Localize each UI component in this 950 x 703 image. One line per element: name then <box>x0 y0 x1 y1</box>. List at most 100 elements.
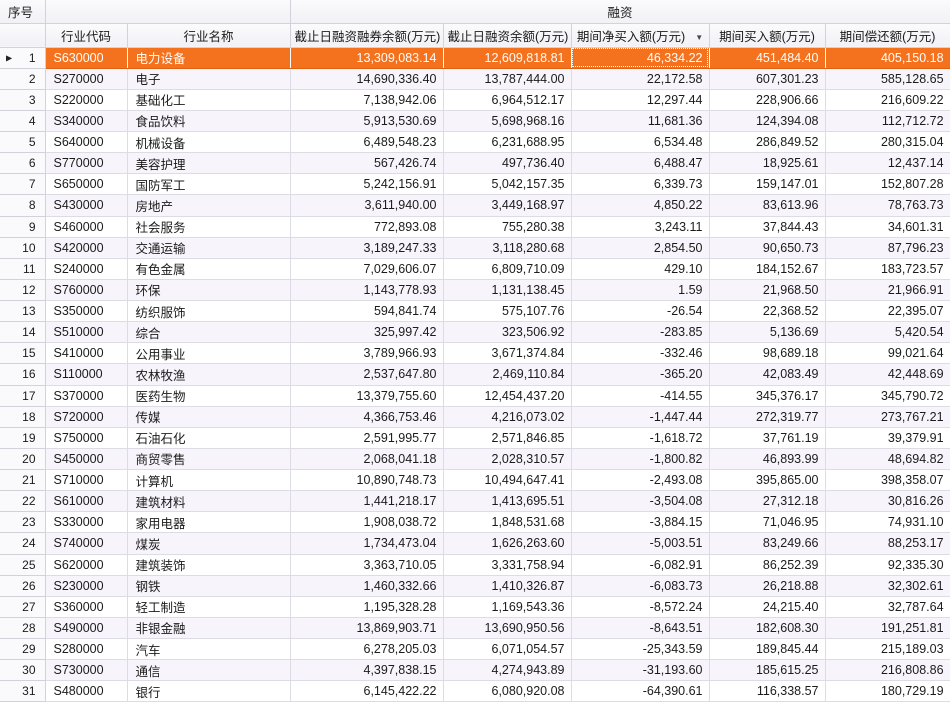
repay-amount-cell[interactable]: 180,729.19 <box>824 680 950 703</box>
margin-trading-balance-cell[interactable]: 6,489,548.23 <box>289 130 444 154</box>
buy-amount-cell[interactable]: 21,968.50 <box>708 278 826 302</box>
financing-balance-cell[interactable]: 13,787,444.00 <box>442 67 572 90</box>
table-row[interactable]: 9 S460000 社会服务 772,893.08 755,280.38 3,243.11… <box>0 215 950 238</box>
table-row[interactable]: 10 S420000 交通运输 3,189,247.33 3,118,280.68 2,8… <box>0 236 950 259</box>
row-number-cell[interactable]: 18 <box>0 405 46 428</box>
repay-amount-cell[interactable]: 216,808.86 <box>824 659 950 682</box>
industry-name-cell[interactable]: 环保 <box>126 278 291 302</box>
financing-balance-cell[interactable]: 3,118,280.68 <box>442 236 572 259</box>
industry-code-cell[interactable]: S340000 <box>44 109 128 133</box>
industry-name-cell[interactable]: 农林牧渔 <box>126 363 291 386</box>
repay-amount-cell[interactable]: 32,302.61 <box>824 574 950 597</box>
repay-amount-cell[interactable]: 152,807.28 <box>824 173 950 196</box>
table-row[interactable]: 23 S330000 家用电器 1,908,038.72 1,848,531.68 -3,… <box>0 511 950 534</box>
net-buy-amount-cell[interactable]: 4,850.22 <box>570 194 710 217</box>
industry-name-cell[interactable]: 国防军工 <box>126 173 291 196</box>
industry-name-cell[interactable]: 钢铁 <box>126 574 291 597</box>
financing-balance-cell[interactable]: 6,809,710.09 <box>442 257 572 280</box>
buy-amount-cell[interactable]: 42,083.49 <box>708 363 826 386</box>
financing-balance-cell[interactable]: 1,413,695.51 <box>442 490 572 513</box>
industry-name-cell[interactable]: 建筑装饰 <box>126 553 291 576</box>
row-number-cell[interactable]: 7 <box>0 173 46 196</box>
repay-amount-cell[interactable]: 48,694.82 <box>824 447 950 471</box>
margin-trading-balance-cell[interactable]: 1,908,038.72 <box>289 511 444 534</box>
financing-balance-cell[interactable]: 4,216,073.02 <box>442 405 572 428</box>
financing-balance-cell[interactable]: 12,609,818.81 <box>442 46 572 69</box>
industry-name-cell[interactable]: 有色金属 <box>126 257 291 280</box>
buy-amount-cell[interactable]: 607,301.23 <box>708 67 826 90</box>
repay-amount-cell[interactable]: 99,021.64 <box>824 342 950 365</box>
industry-code-cell[interactable]: S720000 <box>44 405 128 428</box>
margin-trading-balance-cell[interactable]: 3,363,710.05 <box>289 553 444 576</box>
net-buy-amount-cell[interactable]: -283.85 <box>570 321 710 344</box>
industry-code-cell[interactable]: S740000 <box>44 532 128 555</box>
net-buy-amount-cell[interactable]: 6,534.48 <box>570 130 710 154</box>
industry-code-cell[interactable]: S630000 <box>44 46 128 69</box>
financing-balance-cell[interactable]: 10,494,647.41 <box>442 468 572 492</box>
financing-balance-cell[interactable]: 6,964,512.17 <box>442 88 572 111</box>
industry-name-cell[interactable]: 煤炭 <box>126 532 291 555</box>
table-row[interactable]: 2 S270000 电子 14,690,336.40 13,787,444.00 22,1… <box>0 67 950 90</box>
repay-amount-cell[interactable]: 191,251.81 <box>824 616 950 640</box>
row-number-cell[interactable]: 22 <box>0 490 46 513</box>
net-buy-amount-cell[interactable]: -8,643.51 <box>570 616 710 640</box>
industry-name-cell[interactable]: 房地产 <box>126 194 291 217</box>
row-number-cell[interactable]: 24 <box>0 532 46 555</box>
margin-trading-balance-cell[interactable]: 13,869,903.71 <box>289 616 444 640</box>
industry-name-cell[interactable]: 石油石化 <box>126 426 291 449</box>
margin-trading-balance-cell[interactable]: 1,143,778.93 <box>289 278 444 302</box>
column-header-repay-amount[interactable]: 期间偿还额(万元) <box>824 22 950 48</box>
buy-amount-cell[interactable]: 71,046.95 <box>708 511 826 534</box>
buy-amount-cell[interactable]: 46,893.99 <box>708 447 826 471</box>
industry-name-cell[interactable]: 美容护理 <box>126 152 291 175</box>
industry-name-cell[interactable]: 基础化工 <box>126 88 291 111</box>
margin-trading-balance-cell[interactable]: 1,441,218.17 <box>289 490 444 513</box>
margin-trading-balance-cell[interactable]: 6,145,422.22 <box>289 680 444 703</box>
net-buy-amount-cell[interactable]: 2,854.50 <box>570 236 710 259</box>
margin-trading-balance-cell[interactable]: 594,841.74 <box>289 299 444 323</box>
repay-amount-cell[interactable]: 21,966.91 <box>824 278 950 302</box>
table-row[interactable]: 12 S760000 环保 1,143,778.93 1,131,138.45 1.59 2… <box>0 278 950 302</box>
margin-trading-balance-cell[interactable]: 7,029,606.07 <box>289 257 444 280</box>
industry-name-cell[interactable]: 电力设备 <box>126 46 291 69</box>
table-row[interactable]: 7 S650000 国防军工 5,242,156.91 5,042,157.35 6,33… <box>0 173 950 196</box>
table-row[interactable]: 18 S720000 传媒 4,366,753.46 4,216,073.02 -1,44… <box>0 405 950 428</box>
band-header-financing[interactable]: 融资 <box>289 0 950 24</box>
buy-amount-cell[interactable]: 189,845.44 <box>708 637 826 661</box>
industry-name-cell[interactable]: 通信 <box>126 659 291 682</box>
margin-trading-balance-cell[interactable]: 772,893.08 <box>289 215 444 238</box>
industry-code-cell[interactable]: S490000 <box>44 616 128 640</box>
financing-balance-cell[interactable]: 323,506.92 <box>442 321 572 344</box>
net-buy-amount-cell[interactable]: 46,334.22 <box>570 46 710 69</box>
row-number-cell[interactable]: 12 <box>0 278 46 302</box>
row-number-cell[interactable]: 5 <box>0 130 46 154</box>
margin-trading-balance-cell[interactable]: 6,278,205.03 <box>289 637 444 661</box>
repay-amount-cell[interactable]: 78,763.73 <box>824 194 950 217</box>
financing-balance-cell[interactable]: 1,131,138.45 <box>442 278 572 302</box>
industry-code-cell[interactable]: S730000 <box>44 659 128 682</box>
table-row[interactable]: 19 S750000 石油石化 2,591,995.77 2,571,846.85 -1,… <box>0 426 950 449</box>
margin-trading-balance-cell[interactable]: 4,397,838.15 <box>289 659 444 682</box>
table-row[interactable]: 31 S480000 银行 6,145,422.22 6,080,920.08 -64,3… <box>0 680 950 703</box>
repay-amount-cell[interactable]: 12,437.14 <box>824 152 950 175</box>
financing-balance-cell[interactable]: 1,169,543.36 <box>442 595 572 618</box>
buy-amount-cell[interactable]: 182,608.30 <box>708 616 826 640</box>
margin-trading-balance-cell[interactable]: 3,611,940.00 <box>289 194 444 217</box>
column-header-buy-amount[interactable]: 期间买入额(万元) <box>708 22 826 48</box>
net-buy-amount-cell[interactable]: -2,493.08 <box>570 468 710 492</box>
repay-amount-cell[interactable]: 42,448.69 <box>824 363 950 386</box>
row-number-cell[interactable]: 30 <box>0 659 46 682</box>
table-row[interactable]: 25 S620000 建筑装饰 3,363,710.05 3,331,758.94 -6,… <box>0 553 950 576</box>
industry-name-cell[interactable]: 医药生物 <box>126 384 291 407</box>
industry-code-cell[interactable]: S760000 <box>44 278 128 302</box>
net-buy-amount-cell[interactable]: -8,572.24 <box>570 595 710 618</box>
buy-amount-cell[interactable]: 184,152.67 <box>708 257 826 280</box>
row-number-cell[interactable]: 16 <box>0 363 46 386</box>
net-buy-amount-cell[interactable]: 6,339.73 <box>570 173 710 196</box>
financing-balance-cell[interactable]: 5,042,157.35 <box>442 173 572 196</box>
buy-amount-cell[interactable]: 286,849.52 <box>708 130 826 154</box>
margin-trading-balance-cell[interactable]: 2,068,041.18 <box>289 447 444 471</box>
margin-trading-balance-cell[interactable]: 1,195,328.28 <box>289 595 444 618</box>
industry-code-cell[interactable]: S650000 <box>44 173 128 196</box>
margin-trading-balance-cell[interactable]: 5,913,530.69 <box>289 109 444 133</box>
